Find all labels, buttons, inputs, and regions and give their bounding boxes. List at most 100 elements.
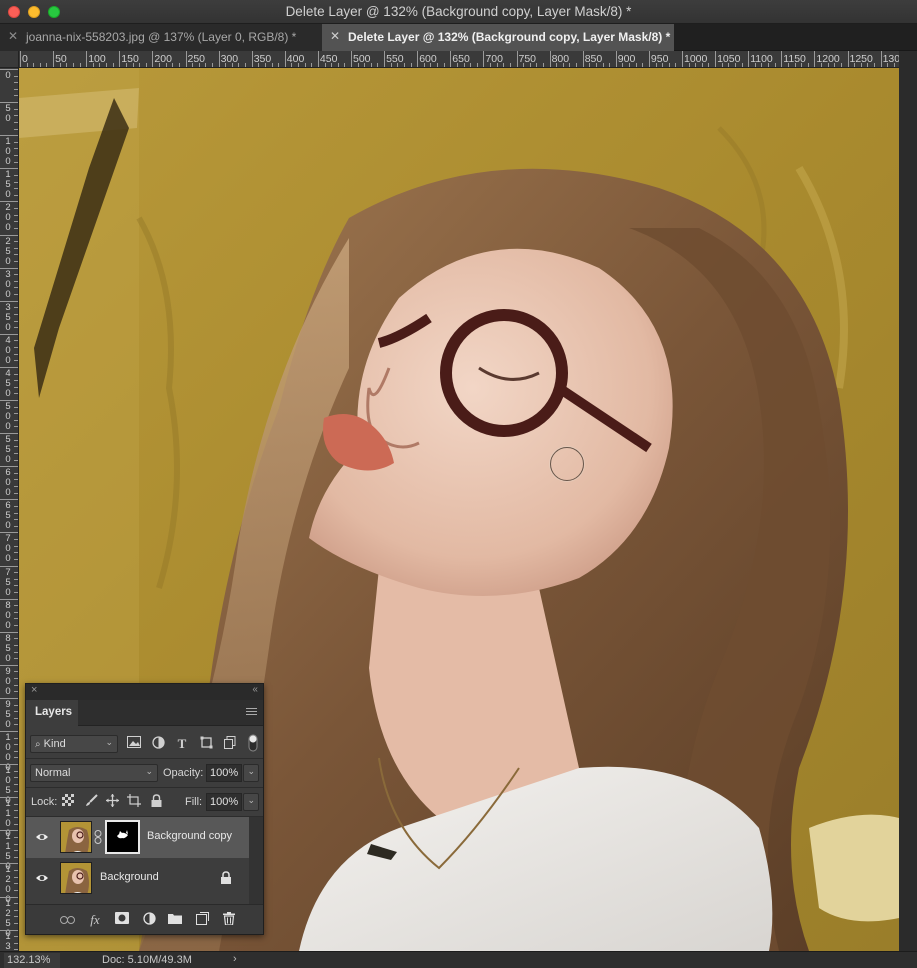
shape-layer-filter-icon[interactable]	[198, 736, 214, 752]
ruler-minor-tick	[14, 678, 18, 680]
ruler-label: 3 5 0	[5, 301, 11, 333]
ruler-minor-tick	[721, 63, 723, 67]
ruler-minor-tick	[172, 63, 174, 67]
lock-transparency-icon[interactable]	[60, 794, 76, 810]
ruler-minor-tick	[14, 578, 18, 580]
filter-kind-dropdown[interactable]: ⌕ Kind ⌄	[30, 735, 118, 753]
link-layers-icon[interactable]	[59, 912, 75, 928]
ruler-minor-tick	[211, 63, 213, 67]
adjustment-layer-filter-icon[interactable]	[150, 736, 166, 752]
panel-menu-icon[interactable]	[246, 708, 257, 717]
tab-layers[interactable]: Layers	[26, 700, 78, 726]
ruler-minor-tick	[14, 717, 18, 719]
status-menu-arrow-icon[interactable]: ›	[233, 953, 237, 965]
document-tab-delete-layer[interactable]: ✕ Delete Layer @ 132% (Background copy, …	[322, 24, 674, 51]
link-mask-icon[interactable]	[94, 830, 102, 847]
ruler-minor-tick	[761, 63, 763, 67]
ruler-origin[interactable]	[0, 51, 19, 68]
document-size-info[interactable]: Doc: 5.10M/49.3M	[102, 954, 192, 966]
pixel-layer-filter-icon[interactable]	[126, 736, 142, 752]
ruler-label: 900	[617, 53, 636, 65]
ruler-minor-tick	[840, 63, 842, 67]
layer-mask-thumbnail[interactable]	[105, 820, 140, 854]
ruler-minor-tick	[14, 644, 18, 646]
ruler-minor-tick	[14, 194, 18, 196]
ruler-minor-tick	[205, 63, 207, 67]
ruler-label: 100	[88, 53, 106, 65]
ruler-label: 7 0 0	[5, 533, 11, 565]
opacity-slider-toggle[interactable]: ⌄	[243, 764, 259, 782]
ruler-minor-tick	[14, 413, 18, 415]
layers-scrollbar[interactable]	[249, 817, 263, 904]
ruler-minor-tick	[14, 360, 18, 362]
close-panel-icon[interactable]: ×	[31, 684, 37, 696]
filter-row: ⌕ Kind ⌄ T	[26, 730, 263, 758]
ruler-minor-tick	[14, 922, 18, 924]
fill-input[interactable]: 100%	[206, 793, 242, 811]
ruler-major-tick	[814, 51, 816, 67]
filter-toggle-icon[interactable]	[245, 734, 261, 752]
ruler-minor-tick	[14, 227, 18, 229]
ruler-label: 650	[452, 53, 470, 65]
ruler-minor-tick	[14, 260, 18, 262]
opacity-input[interactable]: 100%	[206, 764, 242, 782]
ruler-label: 7 5 0	[5, 566, 11, 598]
ruler-minor-tick	[470, 63, 472, 67]
ruler-minor-tick	[14, 744, 18, 746]
ruler-minor-tick	[595, 63, 597, 67]
ruler-major-tick	[847, 51, 849, 67]
close-tab-icon[interactable]: ✕	[330, 29, 340, 43]
blend-mode-dropdown[interactable]: Normal ⌄	[30, 764, 158, 782]
lock-pixels-brush-icon[interactable]	[83, 794, 99, 810]
ruler-minor-tick	[476, 63, 478, 67]
fx-icon[interactable]: fx	[87, 912, 103, 928]
fill-slider-toggle[interactable]: ⌄	[243, 793, 259, 811]
ruler-minor-tick	[609, 63, 611, 67]
layer-row-background[interactable]: Background	[26, 858, 249, 899]
collapse-panel-icon[interactable]: ‹‹	[252, 684, 258, 695]
adjustment-layer-icon[interactable]	[141, 912, 157, 928]
ruler-minor-tick	[602, 63, 604, 67]
ruler-label: 450	[319, 53, 338, 65]
ruler-minor-tick	[430, 63, 432, 67]
ruler-minor-tick	[562, 63, 564, 67]
smart-object-filter-icon[interactable]	[222, 736, 238, 752]
ruler-minor-tick	[14, 545, 18, 547]
ruler-minor-tick	[854, 63, 856, 67]
ruler-major-tick	[781, 51, 783, 67]
ruler-minor-tick	[14, 909, 18, 911]
ruler-major-tick	[317, 51, 319, 67]
ruler-minor-tick	[165, 63, 167, 67]
ruler-label: 1 3 0 0	[5, 930, 11, 951]
vertical-scrollbar[interactable]	[899, 51, 917, 951]
visibility-eye-icon[interactable]	[35, 871, 49, 885]
vertical-ruler[interactable]: 0 5 0 1 0 01 5 02 0 02 5 03 0 03 5 04 0 04…	[0, 68, 19, 951]
document-tab-joanna[interactable]: ✕ joanna-nix-558203.jpg @ 137% (Layer 0,…	[0, 24, 322, 51]
ruler-minor-tick	[14, 658, 18, 660]
new-layer-icon[interactable]	[194, 912, 210, 928]
delete-layer-icon[interactable]	[221, 912, 237, 928]
lock-position-icon[interactable]	[104, 794, 120, 810]
ruler-minor-tick	[774, 63, 776, 67]
layer-name[interactable]: Background copy	[147, 830, 232, 842]
close-tab-icon[interactable]: ✕	[8, 29, 18, 43]
ruler-minor-tick	[92, 63, 94, 67]
zoom-level-input[interactable]: 132.13%	[4, 953, 60, 968]
type-layer-filter-icon[interactable]: T	[174, 736, 190, 752]
lock-artboard-icon[interactable]	[126, 794, 142, 810]
horizontal-ruler[interactable]: 0 50 100 150 200 250 300 350 400 450 500 550 600 650 7…	[19, 51, 899, 68]
layer-row-background-copy[interactable]: Background copy	[26, 817, 249, 858]
ruler-label: 5 5 0	[5, 434, 11, 466]
ruler-minor-tick	[14, 221, 18, 223]
add-mask-icon[interactable]	[114, 912, 130, 928]
visibility-eye-icon[interactable]	[35, 830, 49, 844]
ruler-minor-tick	[33, 63, 35, 67]
panel-header: × ‹‹	[26, 684, 263, 700]
ruler-major-tick	[152, 51, 154, 67]
ruler-minor-tick	[662, 63, 664, 67]
ruler-label: 8 5 0	[5, 632, 11, 664]
layer-name[interactable]: Background	[100, 871, 159, 883]
lock-all-icon[interactable]	[148, 794, 164, 810]
new-group-icon[interactable]	[167, 912, 183, 928]
ruler-major-tick	[880, 51, 882, 67]
